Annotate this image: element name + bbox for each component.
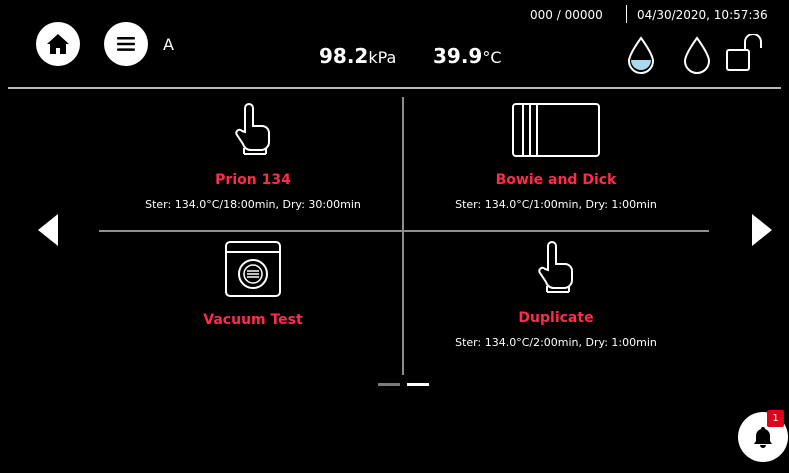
water-drop-filled-icon[interactable] (626, 36, 656, 74)
program-tile-prion-134[interactable]: Prion 134 Ster: 134.0°C/18:00min, Dry: 3… (103, 102, 403, 211)
bell-icon (754, 427, 772, 448)
home-icon (47, 34, 69, 54)
program-name: Prion 134 (215, 172, 291, 188)
pressure-unit: kPa (368, 48, 397, 67)
program-name: Bowie and Dick (495, 172, 617, 188)
next-page-arrow[interactable] (752, 214, 772, 246)
program-name: Duplicate (518, 310, 594, 326)
page-indicator-2[interactable] (407, 383, 429, 386)
program-detail: Ster: 134.0°C/18:00min, Dry: 30:00min (145, 198, 361, 211)
temperature-unit: °C (482, 48, 502, 67)
program-tile-vacuum-test[interactable]: Vacuum Test (103, 240, 403, 338)
hand-pointer-icon (538, 241, 573, 293)
header-separator (626, 5, 627, 23)
notification-badge: 1 (767, 410, 784, 427)
test-pack-icon (512, 103, 600, 157)
hand-pointer-icon (235, 103, 270, 155)
pressure-reading: 98.2kPa (319, 44, 396, 68)
program-name: Vacuum Test (203, 312, 303, 328)
user-label: A (163, 35, 174, 54)
previous-page-arrow[interactable] (38, 214, 58, 246)
pressure-value: 98.2 (319, 44, 369, 68)
program-tile-duplicate[interactable]: Duplicate Ster: 134.0°C/2:00min, Dry: 1:… (406, 240, 706, 349)
date-time: 04/30/2020, 10:57:36 (637, 8, 768, 22)
temperature-reading: 39.9°C (433, 44, 502, 68)
program-detail: Ster: 134.0°C/1:00min, Dry: 1:00min (455, 198, 657, 211)
menu-button[interactable] (104, 22, 148, 66)
home-button[interactable] (36, 22, 80, 66)
grid-horizontal-divider (99, 230, 709, 232)
temperature-value: 39.9 (433, 44, 483, 68)
page-indicator-1[interactable] (378, 383, 400, 386)
water-drop-outline-icon[interactable] (682, 36, 712, 74)
sterilizer-screen: A 000 / 00000 04/30/2020, 10:57:36 98.2k… (0, 0, 789, 473)
vacuum-test-icon (225, 241, 281, 297)
program-tile-bowie-and-dick[interactable]: Bowie and Dick Ster: 134.0°C/1:00min, Dr… (406, 102, 706, 211)
program-detail: Ster: 134.0°C/2:00min, Dry: 1:00min (455, 336, 657, 349)
menu-icon (117, 37, 135, 51)
header-divider (8, 87, 781, 89)
cycle-counter: 000 / 00000 (530, 8, 603, 22)
unlock-icon[interactable] (725, 34, 765, 74)
